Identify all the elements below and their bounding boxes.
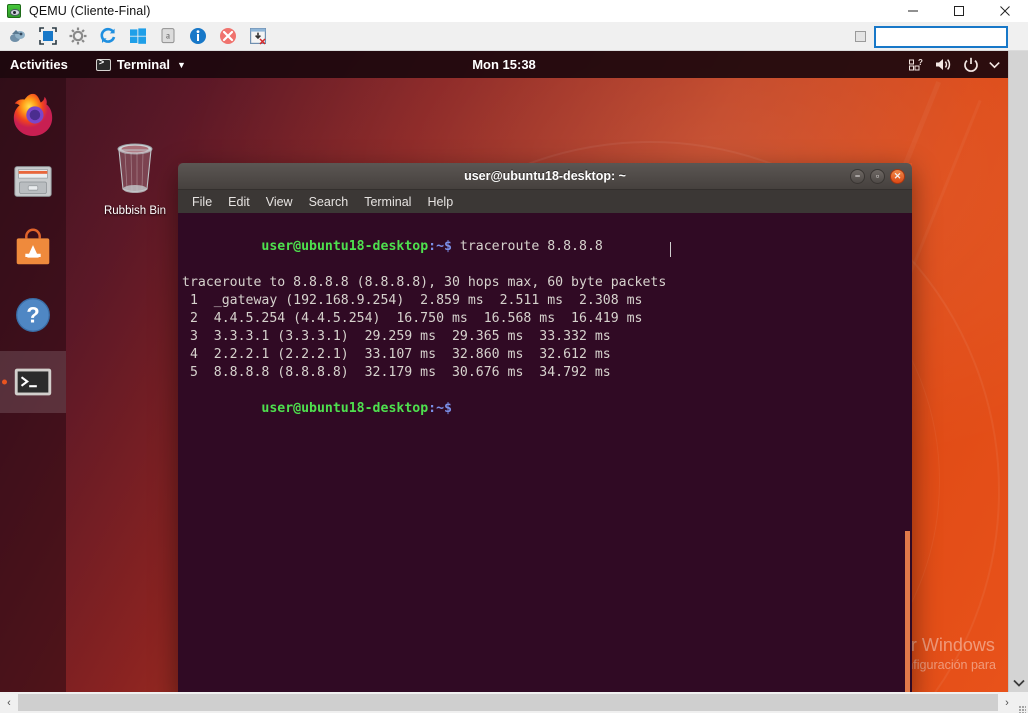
scroll-left-arrow-icon[interactable]: ‹ <box>0 692 18 713</box>
windows-logo-icon[interactable] <box>124 23 152 49</box>
close-button[interactable] <box>982 0 1028 22</box>
menu-view[interactable]: View <box>266 195 293 209</box>
dock-item-help[interactable]: ? <box>0 284 66 346</box>
maximize-button[interactable] <box>936 0 982 22</box>
volume-icon[interactable] <box>935 57 953 72</box>
shell-command: traceroute 8.8.8.8 <box>452 239 603 254</box>
terminal-title: user@ubuntu18-desktop: ~ <box>464 169 626 183</box>
svg-text:a: a <box>166 31 170 41</box>
qemu-window-title: QEMU (Cliente-Final) <box>29 4 150 18</box>
terminal-window-buttons: − ▫ ✕ <box>850 169 905 184</box>
terminal-line: 2 4.4.5.254 (4.4.5.254) 16.750 ms 16.568… <box>180 310 912 328</box>
desktop-icon-rubbish-bin[interactable]: Rubbish Bin <box>98 139 172 217</box>
toolbar-checkbox[interactable] <box>855 31 866 42</box>
qemu-host-window: QEMU (Cliente-Final) <box>0 0 1028 713</box>
keyboard-input-icon[interactable]: ? <box>909 58 925 72</box>
menu-search[interactable]: Search <box>309 195 349 209</box>
gnome-topbar: Activities Terminal ▼ Mon 15:38 ? <box>0 51 1008 78</box>
terminal-close-button[interactable]: ✕ <box>890 169 905 184</box>
document-icon[interactable]: a <box>154 23 182 49</box>
ubuntu-software-icon <box>10 225 56 271</box>
terminal-line: 3 3.3.3.1 (3.3.3.1) 29.259 ms 29.365 ms … <box>180 328 912 346</box>
horizontal-scroll-track[interactable] <box>18 694 998 711</box>
power-icon[interactable] <box>963 57 979 73</box>
terminal-line: 5 8.8.8.8 (8.8.8.8) 32.179 ms 30.676 ms … <box>180 364 912 382</box>
dock-item-firefox[interactable] <box>0 83 66 145</box>
scroll-down-arrow-icon[interactable] <box>1013 674 1025 692</box>
cancel-icon[interactable] <box>214 23 242 49</box>
toolbar-text-input[interactable] <box>874 26 1008 48</box>
terminal-window: user@ubuntu18-desktop: ~ − ▫ ✕ File Edit… <box>178 163 912 692</box>
ubuntu-dock: ? <box>0 78 66 692</box>
terminal-icon <box>10 359 56 405</box>
shell-path: :~$ <box>428 401 452 416</box>
terminal-titlebar: user@ubuntu18-desktop: ~ − ▫ ✕ <box>178 163 912 190</box>
terminal-line: traceroute to 8.8.8.8 (8.8.8.8), 30 hops… <box>180 274 912 292</box>
dock-item-terminal[interactable] <box>0 351 66 413</box>
menu-help[interactable]: Help <box>427 195 453 209</box>
window-controls <box>890 0 1028 22</box>
refresh-icon[interactable] <box>94 23 122 49</box>
shell-path: :~$ <box>428 239 452 254</box>
dock-item-files[interactable] <box>0 150 66 212</box>
info-icon[interactable] <box>184 23 212 49</box>
minimize-button[interactable] <box>890 0 936 22</box>
trash-icon <box>107 139 163 197</box>
vertical-scrollbar[interactable] <box>1008 51 1028 692</box>
menu-edit[interactable]: Edit <box>228 195 250 209</box>
dock-item-software[interactable] <box>0 217 66 279</box>
guest-screen: Activities Terminal ▼ Mon 15:38 ? <box>0 51 1008 692</box>
terminal-line: 4 2.2.2.1 (2.2.2.1) 33.107 ms 32.860 ms … <box>180 346 912 364</box>
menu-terminal[interactable]: Terminal <box>364 195 411 209</box>
qemu-icon <box>7 4 21 18</box>
horizontal-scrollbar[interactable]: ‹ › <box>0 692 1028 713</box>
terminal-minimize-button[interactable]: − <box>850 169 865 184</box>
machine-icon[interactable] <box>4 23 32 49</box>
terminal-menubar: File Edit View Search Terminal Help <box>178 190 912 213</box>
shell-user-host: user@ubuntu18-desktop <box>261 401 428 416</box>
help-icon: ? <box>10 292 56 338</box>
svg-text:?: ? <box>918 58 923 67</box>
text-cursor-icon <box>670 242 671 257</box>
terminal-line: user@ubuntu18-desktop:~$ traceroute 8.8.… <box>180 220 912 274</box>
svg-text:?: ? <box>26 303 39 328</box>
system-tray: ? <box>909 57 1000 73</box>
terminal-maximize-button[interactable]: ▫ <box>870 169 885 184</box>
chevron-down-icon[interactable] <box>989 61 1000 69</box>
clock[interactable]: Mon 15:38 <box>0 57 1008 72</box>
toolbar-right-group <box>855 22 1008 51</box>
firefox-icon <box>10 91 56 137</box>
files-icon <box>10 158 56 204</box>
desktop-icon-label: Rubbish Bin <box>98 205 172 217</box>
terminal-line: user@ubuntu18-desktop:~$ <box>180 382 912 436</box>
terminal-scrollbar[interactable] <box>905 531 910 692</box>
qemu-titlebar: QEMU (Cliente-Final) <box>0 0 1028 22</box>
save-screenshot-icon[interactable] <box>244 23 272 49</box>
resize-grip[interactable] <box>1016 692 1028 713</box>
terminal-body[interactable]: user@ubuntu18-desktop:~$ traceroute 8.8.… <box>178 213 912 692</box>
scroll-right-arrow-icon[interactable]: › <box>998 692 1016 713</box>
terminal-line: 1 _gateway (192.168.9.254) 2.859 ms 2.51… <box>180 292 912 310</box>
settings-gear-icon[interactable] <box>64 23 92 49</box>
fullscreen-icon[interactable] <box>34 23 62 49</box>
menu-file[interactable]: File <box>192 195 212 209</box>
shell-user-host: user@ubuntu18-desktop <box>261 239 428 254</box>
qemu-toolbar: a <box>0 22 1028 51</box>
